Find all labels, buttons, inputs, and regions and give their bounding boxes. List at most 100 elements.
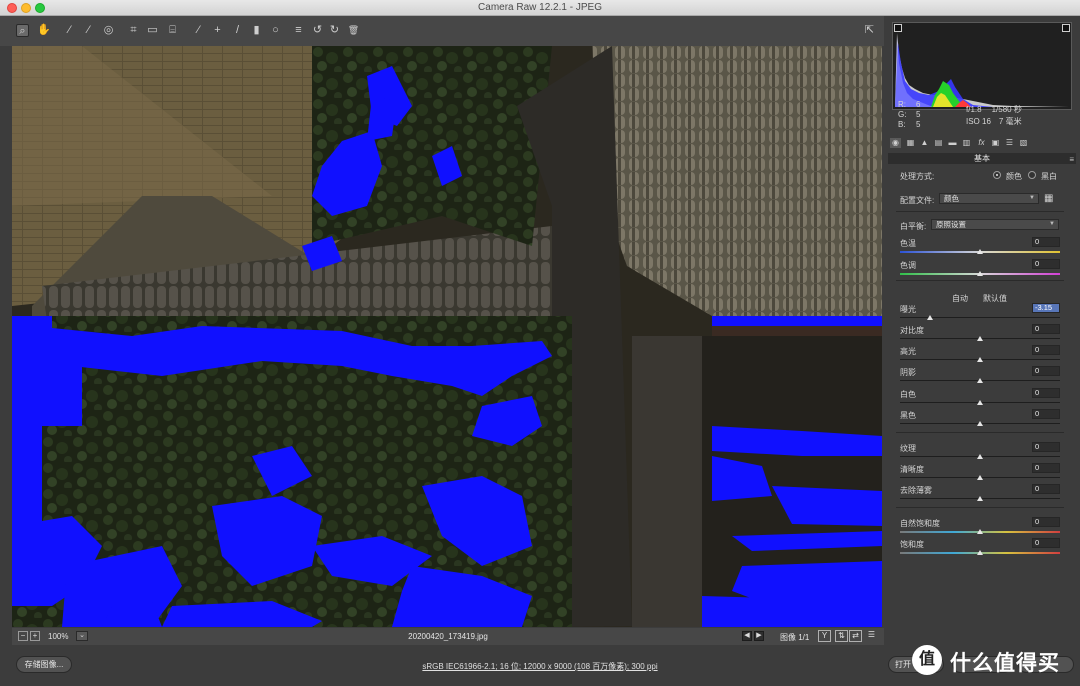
section-menu-icon[interactable]: ≡: [1069, 154, 1074, 165]
copy-settings-icon[interactable]: ⇄: [849, 630, 862, 642]
histogram: [892, 22, 1072, 110]
slider-value-shadows[interactable]: 0: [1032, 366, 1060, 376]
auto-link[interactable]: 自动: [952, 293, 968, 304]
tab-basic-aperture-icon[interactable]: ◉: [890, 138, 901, 148]
prev-image-button[interactable]: ◀: [742, 631, 752, 641]
red-eye-icon[interactable]: +: [211, 24, 224, 37]
treatment-bw-radio[interactable]: [1028, 171, 1036, 179]
slider-thumb-clarity[interactable]: [977, 475, 983, 480]
slider-thumb-blacks[interactable]: [977, 421, 983, 426]
tab-detail-icon[interactable]: ▲: [919, 138, 930, 148]
slider-thumb-dehaze[interactable]: [977, 496, 983, 501]
image-preview[interactable]: [12, 46, 882, 627]
tab-presets-icon[interactable]: ☰: [1004, 138, 1015, 148]
slider-label-dehaze: 去除薄雾: [900, 486, 932, 495]
shutter-speed: 1/580 秒: [991, 105, 1022, 114]
window-titlebar: Camera Raw 12.2.1 - JPEG: [0, 0, 1080, 16]
adjustment-brush-icon[interactable]: /: [231, 24, 244, 37]
treatment-color-radio[interactable]: [993, 171, 1001, 179]
spot-removal-icon[interactable]: ⁄: [192, 24, 205, 37]
fullscreen-toggle-icon[interactable]: ⇱: [863, 24, 876, 37]
slider-label-exposure: 曝光: [900, 305, 916, 314]
rotate-left-icon[interactable]: ↺: [311, 24, 324, 37]
watermark-logo: 值: [912, 645, 942, 675]
crop-icon[interactable]: ⌗: [127, 24, 140, 37]
slider-value-contrast[interactable]: 0: [1032, 324, 1060, 334]
tool-bar: ⌕ ✋ ⁄ ⁄ ◎ ⌗ ▭ ⌸ ⁄ + / ▮ ○ ≡ ↺ ↻ 🗑 ⇱: [0, 16, 884, 46]
toggle-settings-icon[interactable]: ☰: [865, 630, 878, 642]
divider: [896, 507, 1064, 508]
b-label: B:: [898, 120, 906, 129]
shadow-clipping-warning-toggle[interactable]: [894, 24, 902, 32]
highlight-clipping-warning-toggle[interactable]: [1062, 24, 1070, 32]
default-link[interactable]: 默认值: [983, 293, 1007, 304]
slider-label-saturation: 饱和度: [900, 540, 924, 549]
next-image-button[interactable]: ▶: [754, 631, 764, 641]
profile-select[interactable]: 颜色 ▼: [939, 193, 1039, 204]
slider-value-dehaze[interactable]: 0: [1032, 484, 1060, 494]
profile-browser-grid-icon[interactable]: ▦: [1044, 192, 1058, 205]
slider-value-vibrance[interactable]: 0: [1032, 517, 1060, 527]
graduated-filter-icon[interactable]: ▮: [250, 24, 263, 37]
zoom-tool-magnifier-icon[interactable]: ⌕: [16, 24, 29, 37]
slider-thumb-vibrance[interactable]: [977, 529, 983, 534]
r-label: R:: [898, 100, 906, 109]
white-balance-label: 白平衡:: [900, 222, 927, 231]
slider-thumb-contrast[interactable]: [977, 336, 983, 341]
preview-photo: [12, 46, 882, 627]
tab-snapshots-icon[interactable]: ▧: [1018, 138, 1029, 148]
transform-icon[interactable]: ⌸: [166, 24, 179, 37]
aperture: f/1.8: [966, 105, 982, 114]
rotate-right-icon[interactable]: ↻: [328, 24, 341, 37]
slider-thumb-highlights[interactable]: [977, 357, 983, 362]
tab-split-toning-icon[interactable]: ▬: [947, 138, 958, 148]
g-label: G:: [898, 110, 907, 119]
slider-thumb-shadows[interactable]: [977, 378, 983, 383]
slider-thumb-tint[interactable]: [977, 271, 983, 276]
tab-effects-fx-icon[interactable]: fx: [976, 138, 987, 148]
focal-length: 7 毫米: [998, 117, 1022, 126]
white-balance-eyedropper-icon[interactable]: ⁄: [63, 24, 76, 37]
slider-value-highlights[interactable]: 0: [1032, 345, 1060, 355]
divider: [896, 280, 1064, 281]
image-counter: 图像 1/1: [780, 633, 810, 642]
straighten-icon[interactable]: ▭: [146, 24, 159, 37]
divider: [896, 432, 1064, 433]
preferences-list-icon[interactable]: ≡: [292, 24, 305, 37]
watermark: 值 什么值得买: [908, 641, 1078, 681]
profile-value: 颜色: [944, 194, 959, 203]
slider-thumb-temp[interactable]: [977, 249, 983, 254]
tab-tone-curve-icon[interactable]: ▦: [905, 138, 916, 148]
divider: [896, 211, 1064, 212]
color-sampler-icon[interactable]: ⁄: [82, 24, 95, 37]
radial-filter-icon[interactable]: ○: [269, 24, 282, 37]
slider-value-clarity[interactable]: 0: [1032, 463, 1060, 473]
white-balance-select[interactable]: 原照设置 ▼: [931, 219, 1059, 230]
tab-calibration-icon[interactable]: ▣: [990, 138, 1001, 148]
slider-label-whites: 白色: [900, 390, 916, 399]
slider-thumb-saturation[interactable]: [977, 550, 983, 555]
camera-info: f/1.8 1/580 秒 ISO 16 7 毫米: [966, 104, 1022, 128]
before-after-y-button[interactable]: Y: [818, 630, 831, 642]
hand-tool-icon[interactable]: ✋: [37, 24, 51, 37]
slider-value-tint[interactable]: 0: [1032, 259, 1060, 269]
slider-value-exposure[interactable]: -3.15: [1032, 303, 1060, 313]
tab-hsl-icon[interactable]: ▤: [933, 138, 944, 148]
section-title-basic: 基本 ≡: [888, 153, 1076, 164]
slider-thumb-whites[interactable]: [977, 400, 983, 405]
slider-thumb-exposure[interactable]: [926, 315, 933, 320]
slider-value-texture[interactable]: 0: [1032, 442, 1060, 452]
slider-value-blacks[interactable]: 0: [1032, 409, 1060, 419]
targeted-adjustment-icon[interactable]: ◎: [102, 24, 115, 37]
slider-track-exposure[interactable]: [900, 317, 1060, 318]
slider-value-temp[interactable]: 0: [1032, 237, 1060, 247]
slider-value-whites[interactable]: 0: [1032, 388, 1060, 398]
section-title-text: 基本: [974, 154, 990, 163]
tab-lens-icon[interactable]: ▥: [961, 138, 972, 148]
slider-label-vibrance: 自然饱和度: [900, 519, 940, 528]
trash-icon[interactable]: 🗑: [347, 24, 360, 37]
slider-thumb-texture[interactable]: [977, 454, 983, 459]
slider-value-saturation[interactable]: 0: [1032, 538, 1060, 548]
panel-tabs: ◉ ▦ ▲ ▤ ▬ ▥ fx ▣ ☰ ▧: [888, 136, 1076, 150]
swap-icon[interactable]: ⇅: [835, 630, 848, 642]
